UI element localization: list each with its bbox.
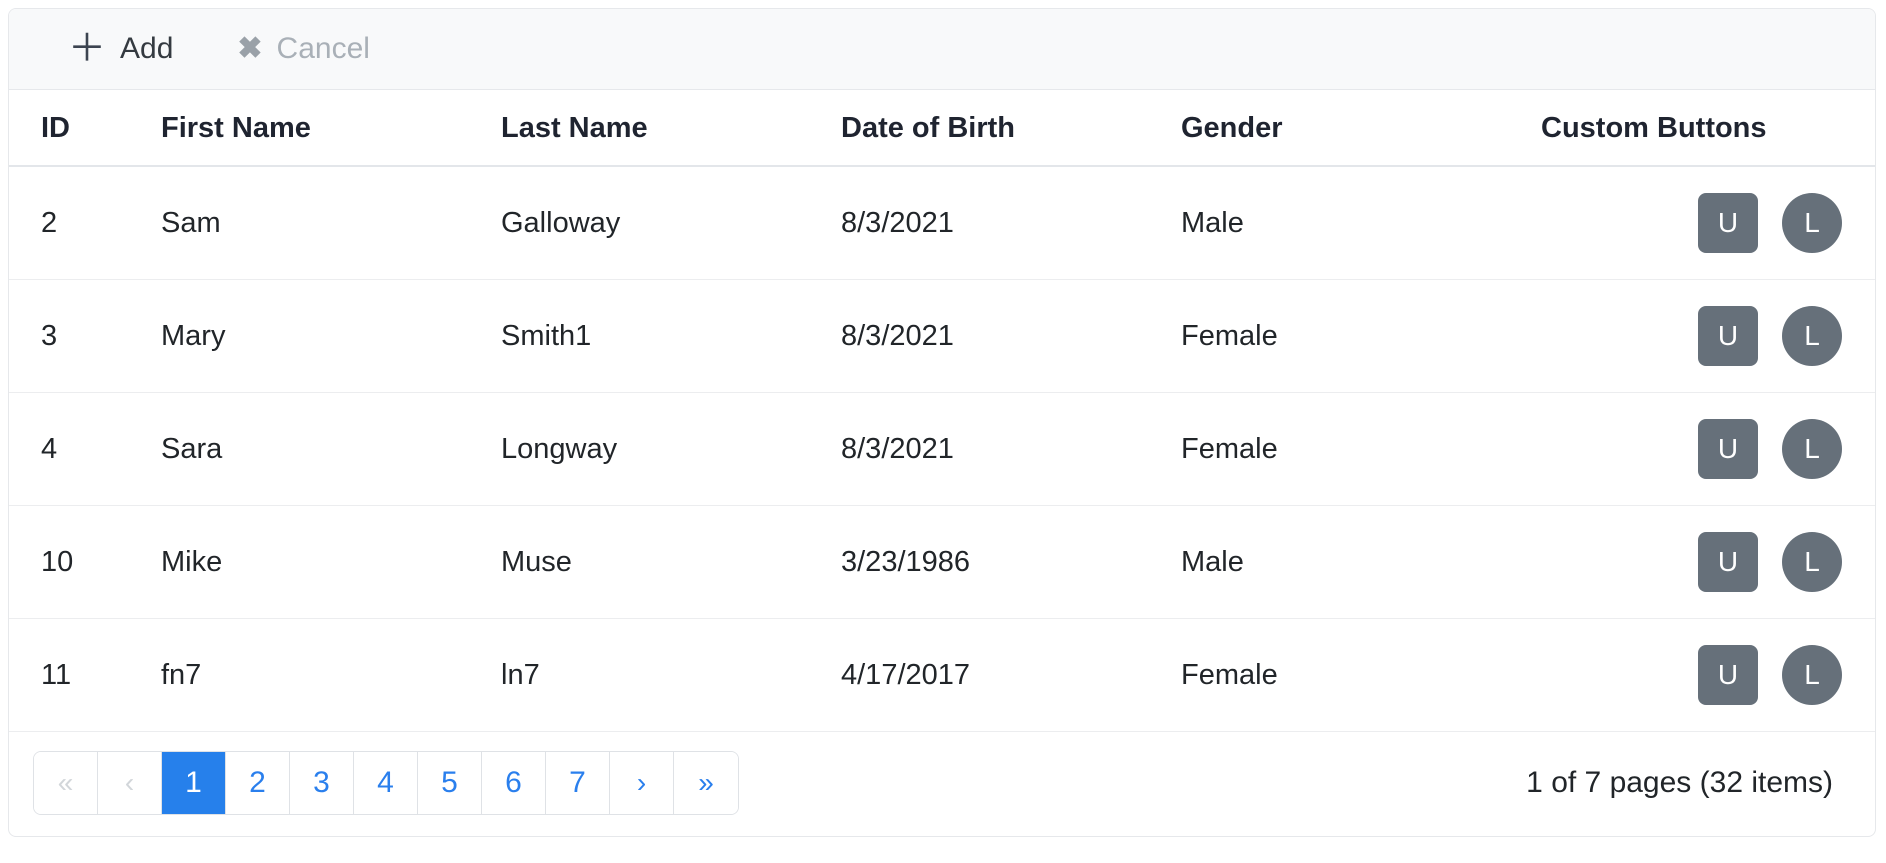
table-body: 2 Sam Galloway 8/3/2021 Male U L 3 Mary Smith1 8/3… bbox=[9, 166, 1875, 732]
pagination-prev: ‹ bbox=[98, 752, 162, 814]
table-row[interactable]: 3 Mary Smith1 8/3/2021 Female U L bbox=[9, 279, 1875, 393]
cell-custom-buttons: UL bbox=[1541, 618, 1875, 732]
cell-first-name: Mary bbox=[161, 279, 501, 393]
cell-custom-buttons: UL bbox=[1541, 505, 1875, 619]
pagination-page-4[interactable]: 4 bbox=[354, 752, 418, 814]
pagination: «‹ 1 2 3 4 5 6 7 ›» bbox=[33, 751, 739, 815]
pager-info: 1 of 7 pages (32 items) bbox=[1526, 766, 1833, 799]
column-header-id[interactable]: ID bbox=[9, 90, 161, 167]
row-button-u[interactable]: U bbox=[1698, 419, 1758, 479]
cell-id: 3 bbox=[9, 279, 161, 393]
pagination-page-7[interactable]: 7 bbox=[546, 752, 610, 814]
row-button-u[interactable]: U bbox=[1698, 193, 1758, 253]
cell-custom-buttons: UL bbox=[1541, 166, 1875, 280]
column-header-gender[interactable]: Gender bbox=[1181, 90, 1541, 167]
row-button-u[interactable]: U bbox=[1698, 645, 1758, 705]
cell-first-name: Sara bbox=[161, 392, 501, 506]
table-row[interactable]: 2 Sam Galloway 8/3/2021 Male U L bbox=[9, 166, 1875, 280]
cell-gender: Male bbox=[1181, 505, 1541, 619]
custom-button-group: UL bbox=[1541, 193, 1842, 253]
grid-toolbar: ＋ Add ✖ Cancel bbox=[9, 9, 1875, 90]
cancel-button[interactable]: ✖ Cancel bbox=[235, 30, 372, 68]
pagination-page-1[interactable]: 1 bbox=[162, 752, 226, 814]
cell-date-of-birth: 8/3/2021 bbox=[841, 166, 1181, 280]
cell-first-name: Sam bbox=[161, 166, 501, 280]
cell-date-of-birth: 8/3/2021 bbox=[841, 392, 1181, 506]
cell-date-of-birth: 3/23/1986 bbox=[841, 505, 1181, 619]
cell-custom-buttons: UL bbox=[1541, 279, 1875, 393]
cell-id: 4 bbox=[9, 392, 161, 506]
pagination-page-2[interactable]: 2 bbox=[226, 752, 290, 814]
column-header-first-name[interactable]: First Name bbox=[161, 90, 501, 167]
cell-id: 11 bbox=[9, 618, 161, 732]
row-button-l[interactable]: L bbox=[1782, 193, 1842, 253]
cell-custom-buttons: UL bbox=[1541, 392, 1875, 506]
row-button-l[interactable]: L bbox=[1782, 532, 1842, 592]
records-table: ID First Name Last Name Date of Birth Ge… bbox=[9, 90, 1875, 732]
pagination-page-5[interactable]: 5 bbox=[418, 752, 482, 814]
cell-gender: Female bbox=[1181, 392, 1541, 506]
add-button-label: Add bbox=[120, 32, 174, 65]
cell-last-name: Muse bbox=[501, 505, 841, 619]
table-header: ID First Name Last Name Date of Birth Ge… bbox=[9, 90, 1875, 167]
cell-first-name: Mike bbox=[161, 505, 501, 619]
cell-last-name: Galloway bbox=[501, 166, 841, 280]
add-button[interactable]: ＋ Add bbox=[66, 26, 175, 72]
row-button-u[interactable]: U bbox=[1698, 532, 1758, 592]
cell-gender: Male bbox=[1181, 166, 1541, 280]
custom-button-group: UL bbox=[1541, 532, 1842, 592]
pagination-page-6[interactable]: 6 bbox=[482, 752, 546, 814]
pager: «‹ 1 2 3 4 5 6 7 ›» 1 of 7 pages (32 items) bbox=[9, 732, 1875, 836]
cell-date-of-birth: 8/3/2021 bbox=[841, 279, 1181, 393]
pagination-first: « bbox=[34, 752, 98, 814]
cancel-button-label: Cancel bbox=[276, 32, 370, 65]
custom-button-group: UL bbox=[1541, 419, 1842, 479]
pagination-last[interactable]: » bbox=[674, 752, 738, 814]
table-row[interactable]: 10 Mike Muse 3/23/1986 Male U L bbox=[9, 505, 1875, 619]
column-header-date-of-birth[interactable]: Date of Birth bbox=[841, 90, 1181, 167]
custom-button-group: UL bbox=[1541, 306, 1842, 366]
plus-icon: ＋ bbox=[68, 28, 107, 70]
pagination-page-3[interactable]: 3 bbox=[290, 752, 354, 814]
row-button-l[interactable]: L bbox=[1782, 645, 1842, 705]
cell-id: 10 bbox=[9, 505, 161, 619]
custom-button-group: UL bbox=[1541, 645, 1842, 705]
row-button-l[interactable]: L bbox=[1782, 419, 1842, 479]
table-row[interactable]: 11 fn7 ln7 4/17/2017 Female U L bbox=[9, 618, 1875, 732]
cell-last-name: Smith1 bbox=[501, 279, 841, 393]
cell-gender: Female bbox=[1181, 279, 1541, 393]
row-button-u[interactable]: U bbox=[1698, 306, 1758, 366]
pagination-next[interactable]: › bbox=[610, 752, 674, 814]
column-header-last-name[interactable]: Last Name bbox=[501, 90, 841, 167]
header-row: ID First Name Last Name Date of Birth Ge… bbox=[9, 90, 1875, 167]
cell-gender: Female bbox=[1181, 618, 1541, 732]
data-grid: ＋ Add ✖ Cancel ID First Name Last Name D… bbox=[8, 8, 1876, 837]
cell-first-name: fn7 bbox=[161, 618, 501, 732]
cell-date-of-birth: 4/17/2017 bbox=[841, 618, 1181, 732]
cell-last-name: Longway bbox=[501, 392, 841, 506]
cell-last-name: ln7 bbox=[501, 618, 841, 732]
close-icon: ✖ bbox=[237, 32, 263, 65]
table-row[interactable]: 4 Sara Longway 8/3/2021 Female U L bbox=[9, 392, 1875, 506]
row-button-l[interactable]: L bbox=[1782, 306, 1842, 366]
cell-id: 2 bbox=[9, 166, 161, 280]
column-header-custom-buttons: Custom Buttons bbox=[1541, 90, 1875, 167]
